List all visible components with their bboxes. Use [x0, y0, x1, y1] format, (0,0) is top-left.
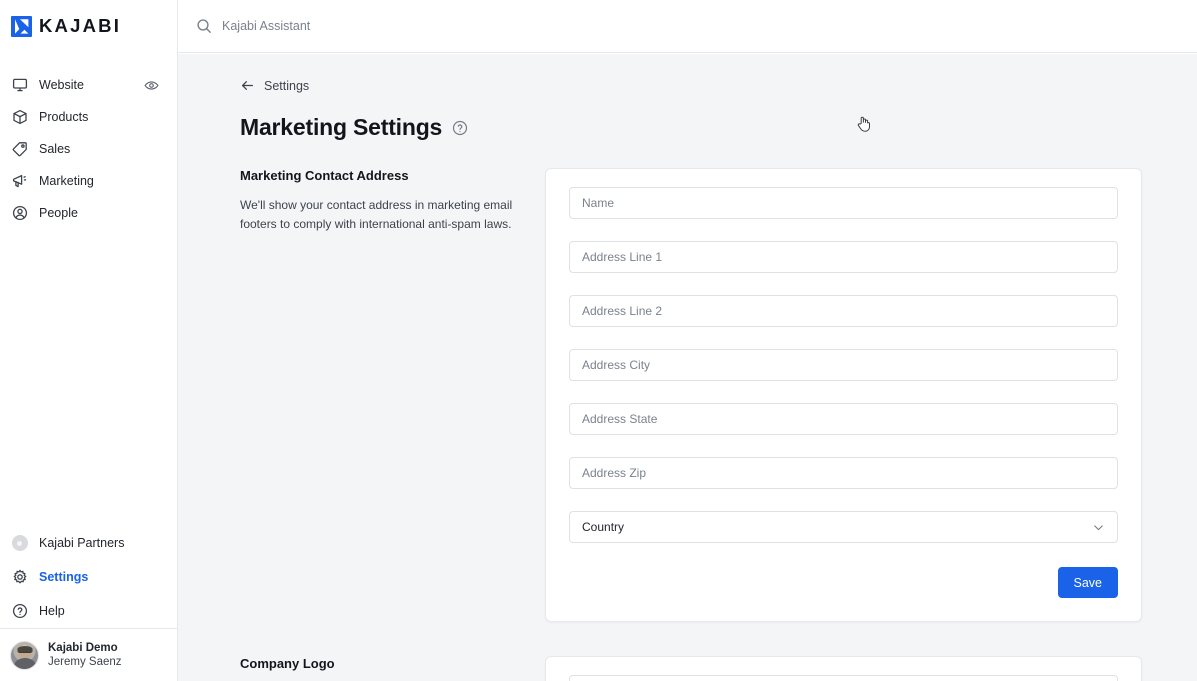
sidebar-item-marketing[interactable]: Marketing — [0, 165, 177, 197]
brand-wordmark: KAJABI — [39, 15, 122, 37]
gear-icon — [11, 569, 28, 586]
field-country: Country — [569, 511, 1118, 543]
page-content: Settings Marketing Settings Marketing Co… — [178, 54, 1197, 681]
box-icon — [11, 109, 28, 126]
sidebar-item-website[interactable]: Website — [0, 69, 177, 101]
tag-icon — [11, 141, 28, 158]
sidebar-item-label: People — [39, 206, 78, 220]
partner-dot-icon — [11, 535, 28, 552]
name-input[interactable] — [569, 187, 1118, 219]
field-address-zip — [569, 457, 1118, 489]
field-name — [569, 187, 1118, 219]
address-line-2-input[interactable] — [569, 295, 1118, 327]
section-marketing-contact-address: Marketing Contact Address We'll show you… — [240, 168, 1142, 622]
address-zip-input[interactable] — [569, 457, 1118, 489]
top-bar — [178, 0, 1197, 53]
field-address-state — [569, 403, 1118, 435]
breadcrumb-back-settings[interactable]: Settings — [240, 78, 309, 93]
sidebar-item-products[interactable]: Products — [0, 101, 177, 133]
sidebar-primary-nav: Website Products Sales Marketing People — [0, 53, 177, 229]
breadcrumb-label: Settings — [264, 78, 310, 93]
eye-icon[interactable] — [144, 78, 159, 93]
card-actions: Save — [569, 567, 1118, 598]
field-company-logo — [569, 675, 1118, 681]
address-state-input[interactable] — [569, 403, 1118, 435]
sidebar-item-help[interactable]: Help — [0, 595, 177, 627]
sidebar-item-label: Settings — [39, 570, 89, 584]
country-select[interactable]: Country — [569, 511, 1118, 543]
country-select-value: Country — [582, 520, 625, 534]
section-info: Company Logo — [240, 656, 545, 681]
field-address-line-2 — [569, 295, 1118, 327]
question-circle-icon[interactable] — [452, 120, 468, 136]
brand-logo[interactable]: KAJABI — [0, 0, 177, 53]
avatar — [10, 640, 39, 670]
sidebar-item-label: Website — [39, 78, 84, 92]
kajabi-logo-mark — [11, 16, 32, 37]
sidebar: KAJABI Website Products Sales Marketing … — [0, 0, 178, 681]
address-line-1-input[interactable] — [569, 241, 1118, 273]
section-company-logo: Company Logo — [240, 656, 1142, 681]
monitor-icon — [11, 77, 28, 94]
page-header: Marketing Settings — [240, 114, 1142, 141]
section-description: We'll show your contact address in marke… — [240, 198, 513, 231]
page-title: Marketing Settings — [240, 114, 443, 140]
company-logo-card — [545, 656, 1142, 681]
search-icon — [196, 18, 212, 34]
company-logo-input[interactable] — [569, 675, 1118, 681]
sidebar-item-label: Sales — [39, 142, 71, 156]
megaphone-icon — [11, 173, 28, 190]
sidebar-user-profile[interactable]: Kajabi Demo Jeremy Saenz — [0, 628, 177, 681]
sidebar-item-settings[interactable]: Settings — [0, 561, 177, 593]
question-circle-icon — [11, 603, 28, 620]
field-address-city — [569, 349, 1118, 381]
main-area: Settings Marketing Settings — [178, 0, 1197, 681]
user-display-name: Jeremy Saenz — [48, 656, 122, 668]
sidebar-item-label: Kajabi Partners — [39, 536, 125, 550]
field-address-line-1 — [569, 241, 1118, 273]
save-button[interactable]: Save — [1057, 567, 1118, 598]
search-input[interactable] — [222, 19, 642, 33]
section-title: Marketing Contact Address — [240, 168, 409, 183]
person-circle-icon — [11, 205, 28, 222]
sidebar-item-label: Help — [39, 604, 65, 618]
sidebar-item-label: Products — [39, 110, 89, 124]
section-info: Marketing Contact Address We'll show you… — [240, 168, 545, 622]
user-account-name: Kajabi Demo — [48, 641, 118, 654]
chevron-down-icon — [1092, 521, 1105, 534]
section-title: Company Logo — [240, 656, 335, 671]
arrow-left-icon — [240, 78, 255, 93]
sidebar-item-label: Marketing — [39, 174, 94, 188]
sidebar-secondary-nav: Kajabi Partners Settings Help — [0, 527, 177, 627]
address-city-input[interactable] — [569, 349, 1118, 381]
sidebar-item-kajabi-partners[interactable]: Kajabi Partners — [0, 527, 177, 559]
sidebar-item-sales[interactable]: Sales — [0, 133, 177, 165]
sidebar-item-people[interactable]: People — [0, 197, 177, 229]
marketing-contact-address-card: Country Save — [545, 168, 1142, 622]
app-root: KAJABI Website Products Sales Marketing … — [0, 0, 1197, 681]
